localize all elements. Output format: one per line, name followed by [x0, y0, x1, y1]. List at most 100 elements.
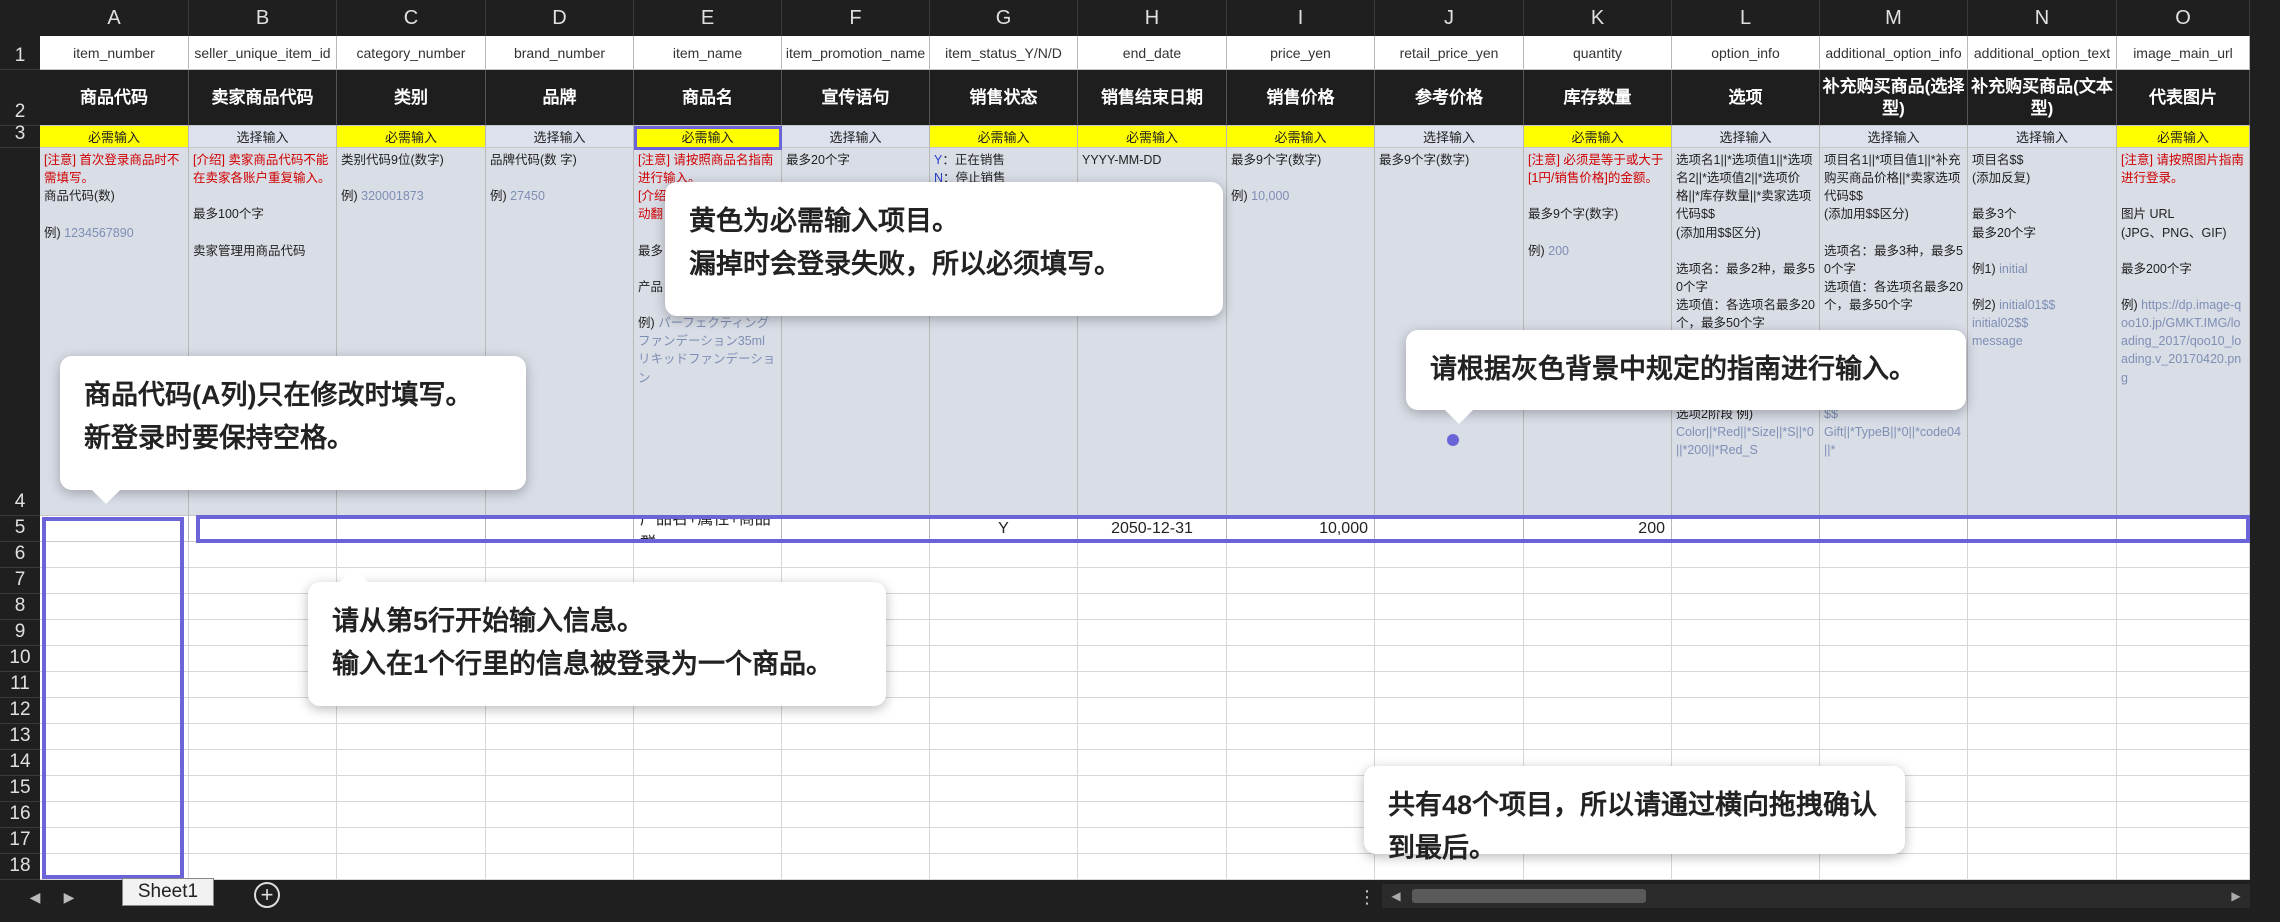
field-name-cell[interactable]: item_promotion_name [782, 36, 930, 70]
empty-cell[interactable] [1078, 724, 1227, 750]
empty-cell[interactable] [189, 828, 337, 854]
empty-cell[interactable] [634, 828, 782, 854]
data-cell[interactable] [1375, 516, 1524, 542]
empty-cell[interactable] [930, 750, 1078, 776]
empty-cell[interactable] [782, 750, 930, 776]
column-header[interactable]: G [930, 0, 1078, 36]
column-header[interactable]: B [189, 0, 337, 36]
empty-cell[interactable] [634, 724, 782, 750]
column-label-cell[interactable]: 代表图片 [2117, 70, 2250, 126]
empty-cell[interactable] [337, 724, 486, 750]
field-name-cell[interactable]: retail_price_yen [1375, 36, 1524, 70]
empty-cell[interactable] [782, 802, 930, 828]
empty-cell[interactable] [634, 542, 782, 568]
select-all-corner[interactable] [0, 0, 40, 36]
empty-cell[interactable] [1375, 698, 1524, 724]
empty-cell[interactable] [1078, 750, 1227, 776]
data-cell[interactable] [189, 516, 337, 542]
field-name-cell[interactable]: additional_option_info [1820, 36, 1968, 70]
column-header[interactable]: E [634, 0, 782, 36]
empty-cell[interactable] [2117, 698, 2250, 724]
empty-cell[interactable] [1078, 646, 1227, 672]
field-name-cell[interactable]: end_date [1078, 36, 1227, 70]
empty-cell[interactable] [1227, 828, 1375, 854]
row-header[interactable]: 10 [0, 646, 40, 672]
empty-cell[interactable] [1078, 802, 1227, 828]
empty-cell[interactable] [1672, 698, 1820, 724]
optional-badge-cell[interactable]: 选择输入 [486, 126, 634, 148]
required-badge-cell[interactable]: 必需输入 [2117, 126, 2250, 148]
empty-cell[interactable] [1524, 646, 1672, 672]
row-header[interactable]: 18 [0, 854, 40, 880]
empty-cell[interactable] [1078, 776, 1227, 802]
empty-cell[interactable] [1524, 594, 1672, 620]
empty-cell[interactable] [1968, 802, 2117, 828]
row-header[interactable]: 16 [0, 802, 40, 828]
field-name-cell[interactable]: image_main_url [2117, 36, 2250, 70]
empty-cell[interactable] [189, 724, 337, 750]
data-cell[interactable] [1968, 516, 2117, 542]
empty-cell[interactable] [1820, 568, 1968, 594]
empty-cell[interactable] [40, 750, 189, 776]
column-header[interactable]: C [337, 0, 486, 36]
column-label-cell[interactable]: 商品名 [634, 70, 782, 126]
field-name-cell[interactable]: item_status_Y/N/D [930, 36, 1078, 70]
empty-cell[interactable] [1672, 672, 1820, 698]
empty-cell[interactable] [1375, 568, 1524, 594]
row-header[interactable]: 9 [0, 620, 40, 646]
empty-cell[interactable] [2117, 542, 2250, 568]
required-badge-cell[interactable]: 必需输入 [40, 126, 189, 148]
empty-cell[interactable] [1820, 620, 1968, 646]
empty-cell[interactable] [2117, 646, 2250, 672]
empty-cell[interactable] [1375, 724, 1524, 750]
empty-cell[interactable] [1078, 620, 1227, 646]
empty-cell[interactable] [930, 594, 1078, 620]
empty-cell[interactable] [2117, 802, 2250, 828]
empty-cell[interactable] [1375, 672, 1524, 698]
empty-cell[interactable] [1375, 542, 1524, 568]
column-label-cell[interactable]: 品牌 [486, 70, 634, 126]
empty-cell[interactable] [1227, 776, 1375, 802]
nav-left-icon[interactable]: ◀ [22, 884, 48, 910]
empty-cell[interactable] [930, 776, 1078, 802]
empty-cell[interactable] [1524, 542, 1672, 568]
empty-cell[interactable] [1820, 854, 1968, 880]
empty-cell[interactable] [1375, 620, 1524, 646]
optional-badge-cell[interactable]: 选择输入 [1968, 126, 2117, 148]
empty-cell[interactable] [930, 542, 1078, 568]
column-header[interactable]: N [1968, 0, 2117, 36]
row-header[interactable]: 11 [0, 672, 40, 698]
data-cell[interactable] [486, 516, 634, 542]
optional-badge-cell[interactable]: 选择输入 [1820, 126, 1968, 148]
empty-cell[interactable] [1820, 672, 1968, 698]
required-badge-cell[interactable]: 必需输入 [930, 126, 1078, 148]
scroll-left-icon[interactable]: ◀ [1386, 884, 1406, 908]
data-cell[interactable] [782, 516, 930, 542]
optional-badge-cell[interactable]: 选择输入 [1672, 126, 1820, 148]
empty-cell[interactable] [2117, 568, 2250, 594]
empty-cell[interactable] [1968, 776, 2117, 802]
empty-cell[interactable] [337, 854, 486, 880]
scrollbar-thumb[interactable] [1412, 889, 1646, 903]
empty-cell[interactable] [1227, 750, 1375, 776]
column-header[interactable]: H [1078, 0, 1227, 36]
empty-cell[interactable] [40, 698, 189, 724]
vertical-dots-icon[interactable]: ⋮ [1358, 884, 1376, 910]
data-cell[interactable] [337, 516, 486, 542]
empty-cell[interactable] [930, 620, 1078, 646]
empty-cell[interactable] [189, 776, 337, 802]
column-label-cell[interactable]: 选项 [1672, 70, 1820, 126]
empty-cell[interactable] [1672, 646, 1820, 672]
empty-cell[interactable] [1820, 698, 1968, 724]
column-header[interactable]: D [486, 0, 634, 36]
data-cell[interactable] [2117, 516, 2250, 542]
empty-cell[interactable] [40, 568, 189, 594]
empty-cell[interactable] [930, 672, 1078, 698]
column-label-cell[interactable]: 商品代码 [40, 70, 189, 126]
row-header[interactable]: 3 [0, 123, 40, 148]
data-cell[interactable] [1672, 516, 1820, 542]
empty-cell[interactable] [1672, 568, 1820, 594]
required-badge-cell[interactable]: 必需输入 [1078, 126, 1227, 148]
empty-cell[interactable] [40, 724, 189, 750]
empty-cell[interactable] [1078, 828, 1227, 854]
